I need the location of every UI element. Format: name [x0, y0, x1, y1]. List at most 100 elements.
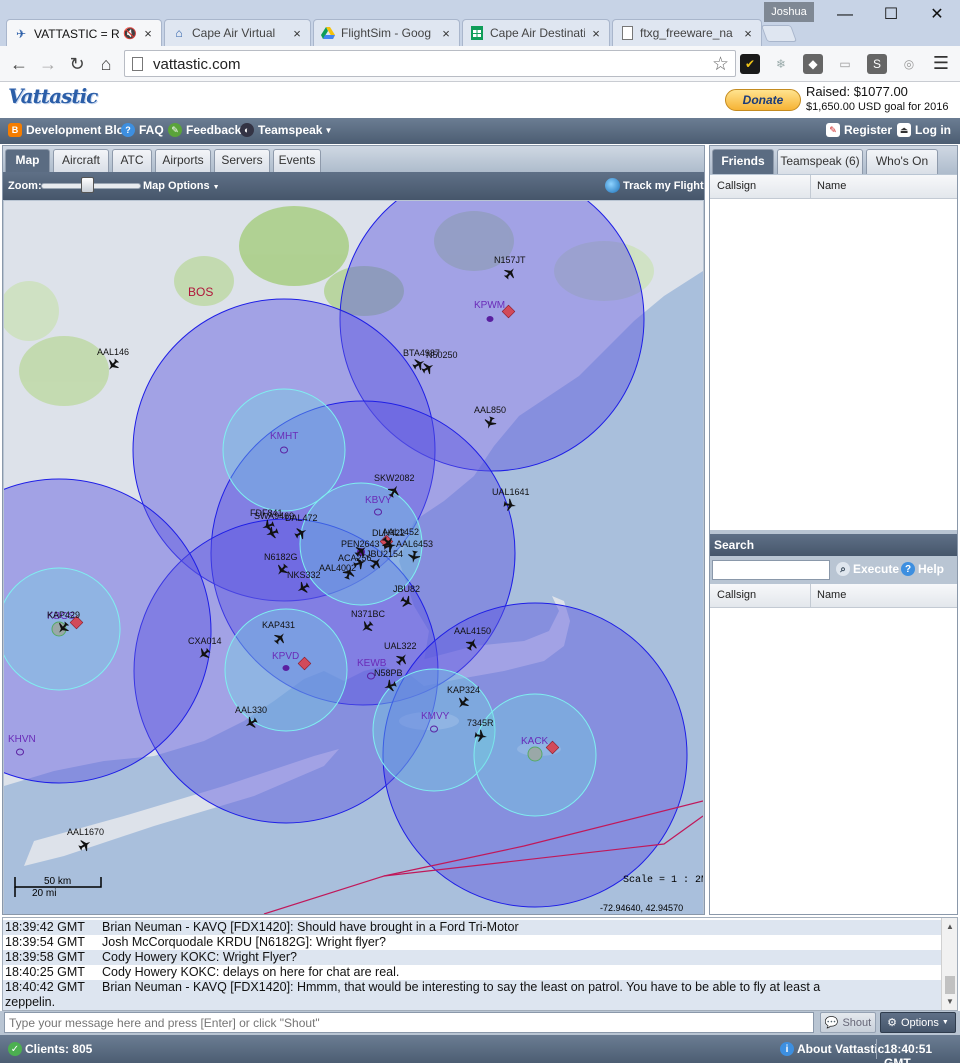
- shield-extension-icon[interactable]: ◆: [803, 54, 823, 74]
- menu-icon[interactable]: ☰: [932, 53, 950, 73]
- nav-label: Teamspeak: [258, 123, 323, 137]
- chat-scrollbar[interactable]: ▲ ▼: [941, 918, 957, 1010]
- globe-icon: [605, 178, 620, 193]
- home-icon[interactable]: ⌂: [93, 52, 119, 76]
- about-label: About Vattastic: [797, 1042, 885, 1056]
- chat-text: zeppelin.: [5, 995, 56, 1009]
- about-vattastic-link[interactable]: i About Vattastic: [780, 1042, 884, 1056]
- tab-teamspeak[interactable]: Teamspeak (6): [777, 149, 863, 174]
- browser-tab-cape-air[interactable]: ⌂ Cape Air Virtual ×: [164, 19, 311, 46]
- chat-message: zeppelin.: [3, 995, 941, 1010]
- new-tab-button[interactable]: [760, 25, 798, 42]
- browser-tab-ftxg[interactable]: ftxg_freeware_na ×: [612, 19, 762, 46]
- chat-message: 18:39:42 GMT Brian Neuman - KAVQ [FDX1420…: [3, 920, 941, 935]
- tower-kmht[interactable]: [222, 388, 346, 512]
- close-tab-icon[interactable]: ×: [741, 26, 755, 41]
- address-bar[interactable]: vattastic.com ☆: [124, 50, 736, 77]
- column-callsign[interactable]: Callsign: [717, 180, 756, 192]
- zoom-slider-thumb[interactable]: [81, 177, 94, 193]
- chat-log[interactable]: 18:39:42 GMT Brian Neuman - KAVQ [FDX1420…: [2, 917, 958, 1011]
- power-extension-icon[interactable]: ◎: [899, 54, 919, 74]
- column-callsign[interactable]: Callsign: [717, 589, 756, 601]
- column-name[interactable]: Name: [817, 180, 846, 192]
- tab-aircraft[interactable]: Aircraft: [53, 149, 109, 172]
- forward-arrow-icon[interactable]: →: [35, 52, 61, 76]
- chat-text: Brian Neuman - KAVQ [FDX1420]: Hmmm, tha…: [102, 980, 821, 994]
- clients-count: ✓ Clients: 805: [8, 1042, 92, 1056]
- minimize-button[interactable]: —: [822, 2, 868, 28]
- friends-grid-header: Callsign Name: [710, 175, 957, 199]
- airport-label[interactable]: KMVY: [421, 711, 450, 722]
- snowflake-extension-icon[interactable]: ❄: [771, 54, 791, 74]
- scroll-up-icon[interactable]: ▲: [946, 922, 954, 931]
- tab-servers[interactable]: Servers: [214, 149, 270, 172]
- airport-label[interactable]: KPVD: [272, 651, 299, 662]
- search-input[interactable]: [712, 560, 830, 580]
- tab-airports[interactable]: Airports: [155, 149, 211, 172]
- tab-events[interactable]: Events: [273, 149, 321, 172]
- dropdown-caret-icon: ▼: [324, 125, 333, 135]
- speaker-muted-icon[interactable]: 🔇: [123, 27, 137, 40]
- airport-label[interactable]: KACK: [521, 736, 549, 747]
- aircraft-callsign: AAL1670: [67, 827, 104, 837]
- nav-teamspeak[interactable]: ◐ Teamspeak ▼: [240, 123, 332, 137]
- options-label: Options: [901, 1016, 939, 1029]
- bookmark-star-icon[interactable]: ☆: [712, 53, 729, 76]
- close-tab-icon[interactable]: ×: [589, 26, 603, 41]
- chat-options-button[interactable]: ⚙ Options ▼: [880, 1012, 956, 1033]
- reload-icon[interactable]: ↻: [64, 52, 90, 76]
- aircraft-callsign: AAL4002: [319, 563, 356, 573]
- vattastic-favicon-icon: ✈: [15, 26, 27, 41]
- close-tab-icon[interactable]: ×: [439, 26, 453, 41]
- tab-whos-on[interactable]: Who's On: [866, 149, 938, 174]
- maximize-button[interactable]: ☐: [868, 2, 914, 28]
- checkmark-extension-icon[interactable]: ✔: [740, 54, 760, 74]
- execute-button[interactable]: ⌕ Execute: [836, 562, 899, 576]
- chat-time: 18:39:58 GMT: [5, 950, 85, 964]
- airport-label[interactable]: KBVY: [365, 495, 392, 506]
- status-divider: [876, 1039, 877, 1059]
- scrollbar-thumb[interactable]: [945, 976, 955, 994]
- airport-label[interactable]: KHVN: [8, 734, 36, 745]
- tab-atc[interactable]: ATC: [112, 149, 152, 172]
- airport-marker-icon[interactable]: [486, 316, 494, 322]
- close-tab-icon[interactable]: ×: [141, 26, 155, 41]
- chat-message: 18:40:42 GMT Brian Neuman - KAVQ [FDX1420…: [3, 980, 941, 995]
- airport-label[interactable]: KMHT: [270, 431, 298, 442]
- tab-friends[interactable]: Friends: [712, 149, 774, 174]
- browser-toolbar: ← → ↻ ⌂ vattastic.com ☆ ✔ ❄ ◆ ▭ S ◎ ☰: [0, 46, 960, 82]
- s-extension-icon[interactable]: S: [867, 54, 887, 74]
- airport-marker-icon[interactable]: [527, 746, 543, 762]
- map-canvas[interactable]: BOS KPWM KMHT KBVY KBGS KPVD KEWB KMVY K…: [4, 201, 703, 914]
- close-window-button[interactable]: ✕: [914, 2, 960, 28]
- help-button[interactable]: ? Help: [901, 562, 944, 576]
- nav-feedback[interactable]: ✎ Feedback: [168, 123, 241, 137]
- flight-map[interactable]: BOS KPWM KMHT KBVY KBGS KPVD KEWB KMVY K…: [4, 201, 703, 914]
- browser-tab-flightsim[interactable]: FlightSim - Goog ×: [313, 19, 460, 46]
- site-logo[interactable]: Vattastic: [8, 84, 98, 116]
- shout-button[interactable]: 💬 Shout: [820, 1012, 876, 1033]
- screen-extension-icon[interactable]: ▭: [835, 54, 855, 74]
- close-tab-icon[interactable]: ×: [290, 26, 304, 41]
- track-my-flight-button[interactable]: Track my Flight: [605, 178, 704, 193]
- donate-button[interactable]: Donate: [725, 89, 801, 111]
- back-arrow-icon[interactable]: ←: [6, 52, 32, 76]
- nav-register[interactable]: ✎ Register: [826, 123, 892, 137]
- execute-label: Execute: [853, 562, 900, 576]
- chat-input[interactable]: [4, 1012, 814, 1033]
- map-options-button[interactable]: Map Options ▼: [143, 180, 220, 192]
- chat-text: Cody Howery KOKC: Wright Flyer?: [102, 950, 297, 964]
- airport-label[interactable]: KPWM: [474, 300, 505, 311]
- sheets-favicon-icon: [469, 25, 485, 41]
- map-options-label: Map Options: [143, 180, 210, 192]
- column-name[interactable]: Name: [817, 589, 846, 601]
- nav-login[interactable]: ⏏ Log in: [897, 123, 951, 137]
- nav-faq[interactable]: ? FAQ: [121, 123, 164, 137]
- browser-tab-destinations[interactable]: Cape Air Destinati ×: [462, 19, 610, 46]
- profile-button[interactable]: Joshua: [764, 2, 814, 22]
- scroll-down-icon[interactable]: ▼: [946, 997, 954, 1006]
- tab-map[interactable]: Map: [5, 149, 50, 172]
- browser-tab-vattastic[interactable]: ✈ VATTASTIC = R 🔇 ×: [6, 19, 162, 47]
- nav-development-blog[interactable]: B Development Blog: [8, 123, 131, 137]
- airport-marker-icon[interactable]: [282, 665, 290, 671]
